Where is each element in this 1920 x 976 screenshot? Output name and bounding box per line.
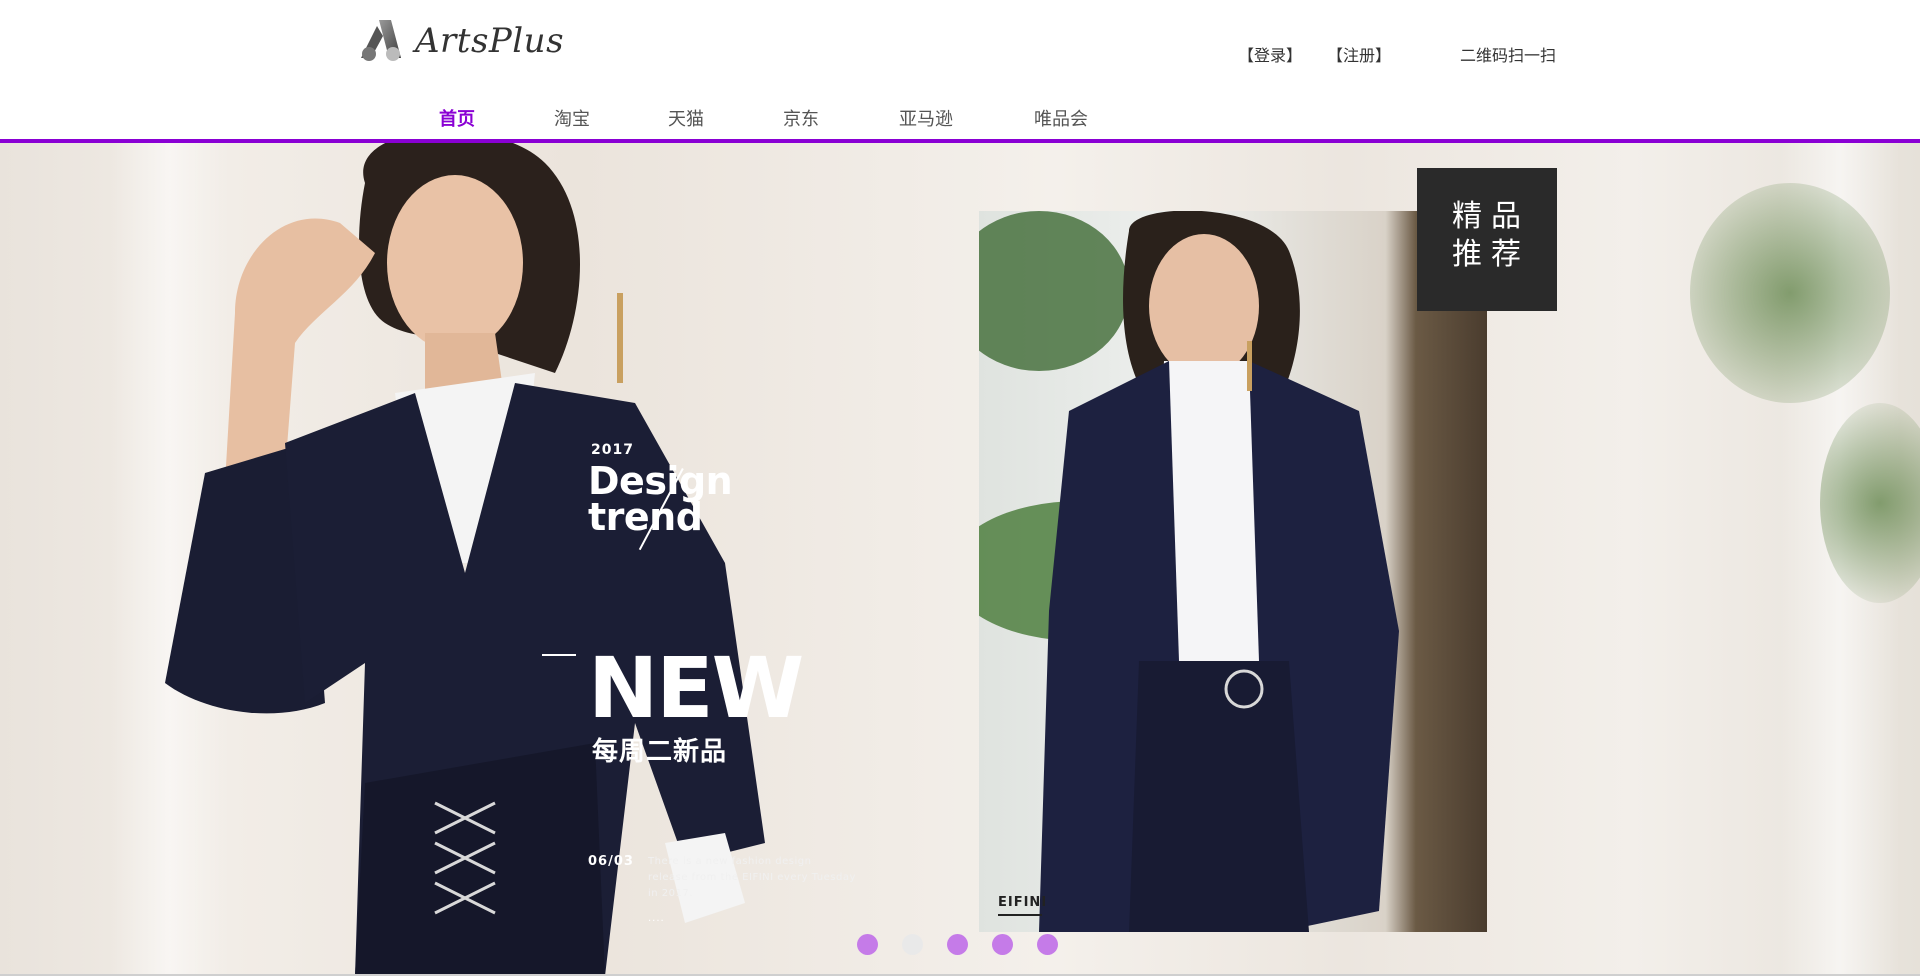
nav-item-taobao[interactable]: 淘宝 bbox=[554, 105, 590, 131]
hero-banner[interactable]: 2017 Design trend NEW 每周二新品 06/03 There … bbox=[0, 143, 1920, 976]
banner-date: 06/03 bbox=[588, 854, 634, 869]
model-photo-art bbox=[979, 211, 1399, 932]
logo-link[interactable]: ArtsPlus bbox=[357, 18, 564, 64]
carousel-dot[interactable] bbox=[857, 934, 878, 955]
decorative-dash bbox=[542, 654, 576, 656]
model-image-left bbox=[165, 143, 765, 976]
banner-tagline: 每周二新品 bbox=[592, 737, 728, 767]
banner-design-heading: Design trend bbox=[588, 459, 733, 539]
banner-design-line: trend bbox=[588, 495, 703, 539]
badge-line: 推荐 bbox=[1452, 237, 1530, 272]
login-link[interactable]: 【登录】 bbox=[1238, 42, 1302, 66]
main-nav: 首页 淘宝 天猫 京东 亚马逊 唯品会 bbox=[0, 105, 1920, 133]
nav-item-tmall[interactable]: 天猫 bbox=[668, 105, 704, 131]
banner-new-heading: NEW bbox=[588, 639, 804, 737]
banner-description-line: release from the EIFINI every Tuesday bbox=[648, 872, 856, 883]
account-links: 【登录】 【注册】 bbox=[1238, 42, 1391, 66]
banner-design-line: Design bbox=[588, 459, 733, 503]
foliage-decoration bbox=[1690, 183, 1890, 403]
qr-scan-link[interactable]: 二维码扫一扫 bbox=[1460, 42, 1556, 66]
logo-icon bbox=[361, 20, 401, 61]
nav-item-amazon[interactable]: 亚马逊 bbox=[899, 105, 953, 131]
photo-brand-underline bbox=[998, 914, 1042, 916]
banner-description-line: There is a new fashion design bbox=[648, 856, 812, 867]
banner-description: There is a new fashion design release fr… bbox=[648, 854, 868, 902]
photo-brand-label: EIFINI bbox=[998, 895, 1048, 910]
site-header: ArtsPlus 【登录】 【注册】 二维码扫一扫 首页 淘宝 天猫 京东 亚马… bbox=[0, 0, 1920, 143]
page: ArtsPlus 【登录】 【注册】 二维码扫一扫 首页 淘宝 天猫 京东 亚马… bbox=[0, 0, 1920, 976]
nav-item-home[interactable]: 首页 bbox=[439, 105, 475, 131]
featured-badge[interactable]: 精品 推荐 bbox=[1417, 168, 1557, 311]
nav-item-vip[interactable]: 唯品会 bbox=[1034, 105, 1088, 131]
model-image-right: EIFINI bbox=[979, 211, 1487, 932]
carousel-indicators bbox=[857, 934, 1082, 955]
carousel-dot[interactable] bbox=[902, 934, 923, 955]
nav-item-jd[interactable]: 京东 bbox=[783, 105, 819, 131]
register-link[interactable]: 【注册】 bbox=[1327, 42, 1391, 66]
banner-year: 2017 bbox=[591, 442, 634, 458]
carousel-dot[interactable] bbox=[947, 934, 968, 955]
badge-line: 精品 bbox=[1452, 199, 1530, 234]
banner-ellipsis: .... bbox=[648, 913, 665, 924]
carousel-dot[interactable] bbox=[992, 934, 1013, 955]
banner-description-line: in 2017. bbox=[648, 888, 693, 899]
logo-text: ArtsPlus bbox=[415, 21, 565, 61]
carousel-dot[interactable] bbox=[1037, 934, 1058, 955]
